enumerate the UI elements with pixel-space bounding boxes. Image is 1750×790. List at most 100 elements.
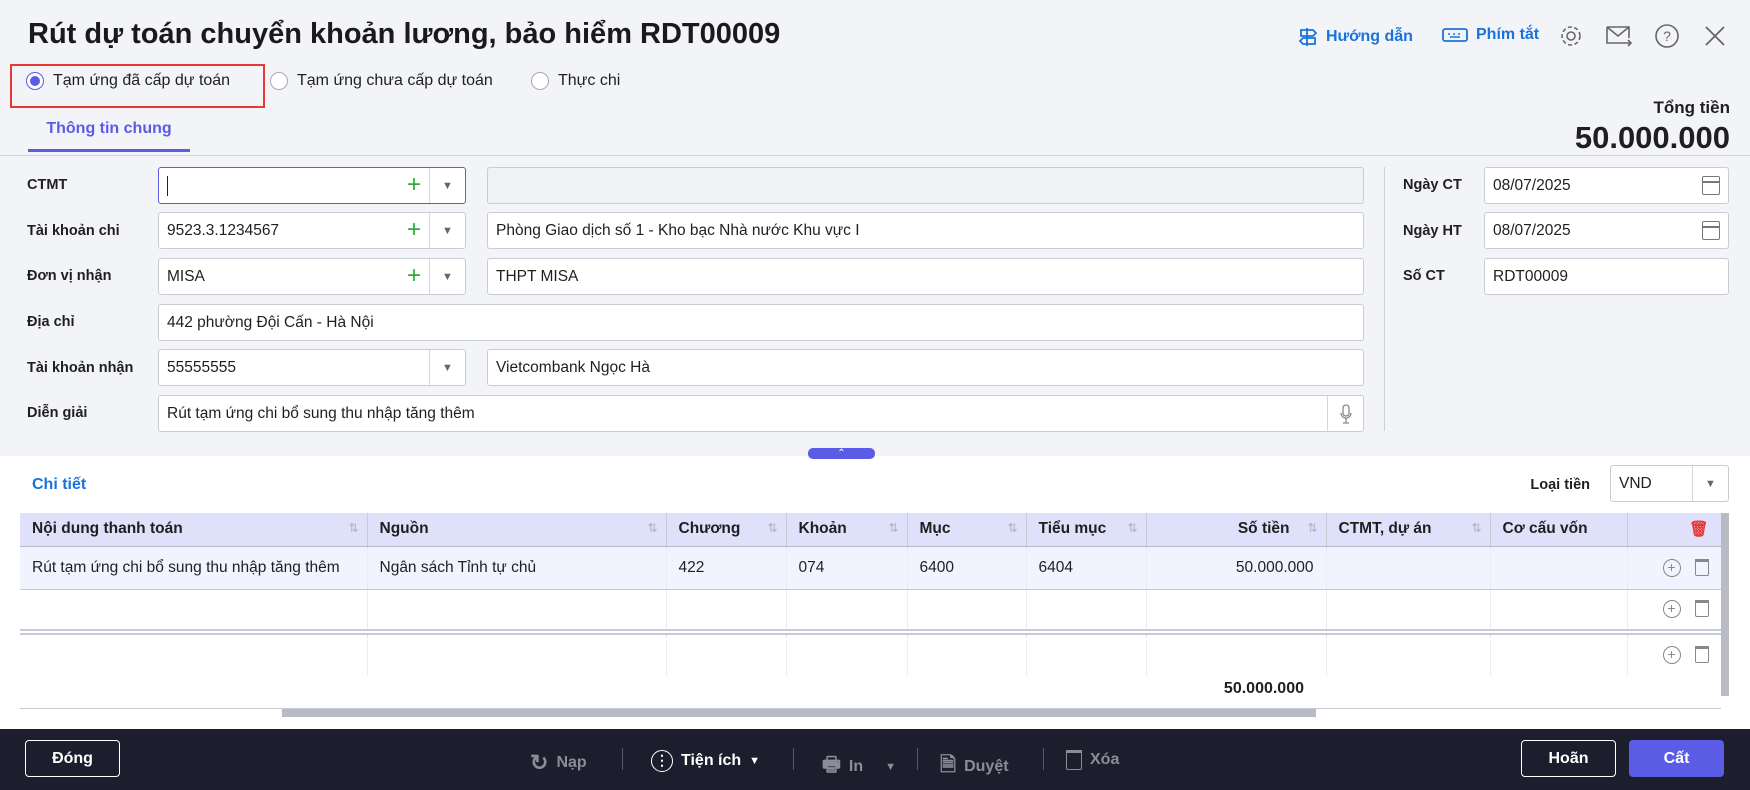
cell-project[interactable] <box>1326 546 1491 590</box>
column-header[interactable]: CTMT, dự án ⇅ <box>1326 513 1491 547</box>
separator <box>622 748 623 770</box>
shortcuts-link[interactable]: Phím tắt <box>1442 26 1539 44</box>
date-ct-picker[interactable]: 08/07/2025 <box>1484 167 1729 204</box>
radio-advance-allocated[interactable]: Tạm ứng đã cấp dự toán <box>26 72 230 90</box>
delete-button[interactable]: Xóa <box>1066 750 1119 770</box>
description-field[interactable]: Rút tạm ứng chi bổ sung thu nhập tăng th… <box>158 395 1364 432</box>
cell-capital[interactable] <box>1490 546 1628 590</box>
table-row[interactable]: + <box>20 589 1722 633</box>
cell-item[interactable]: 6400 <box>907 546 1027 590</box>
keyboard-icon <box>1442 28 1468 42</box>
cell-amount[interactable]: 50.000.000 <box>1146 546 1327 590</box>
guide-label: Hướng dẫn <box>1326 28 1413 45</box>
column-header[interactable]: Nội dung thanh toán ⇅ <box>20 513 368 547</box>
cell-content[interactable]: Rút tạm ứng chi bổ sung thu nhập tăng th… <box>20 546 368 590</box>
column-header[interactable]: Khoản ⇅ <box>786 513 908 547</box>
cell-section[interactable]: 074 <box>786 546 908 590</box>
reload-button[interactable]: ↻ Nạp <box>530 750 587 776</box>
reload-icon: ↻ <box>530 750 549 775</box>
radio-button-checked[interactable] <box>26 72 44 90</box>
guide-link[interactable]: Hướng dẫn <box>1298 26 1413 48</box>
ctmt-name-field <box>487 167 1364 204</box>
caret-down-icon: ▼ <box>749 755 761 767</box>
bank-name-field[interactable]: Vietcombank Ngọc Hà <box>487 349 1364 386</box>
detail-title: Chi tiết <box>32 476 87 493</box>
caret-down-icon: ▼ <box>885 761 896 773</box>
cell-source[interactable]: Ngân sách Tỉnh tự chủ <box>367 546 667 590</box>
ctmt-combobox[interactable]: + ▼ <box>158 167 466 204</box>
calendar-icon[interactable] <box>1702 176 1720 195</box>
cancel-button[interactable]: Hoãn <box>1521 740 1616 777</box>
account-name: Phòng Giao dịch số 1 - Kho bạc Nhà nước … <box>496 221 860 239</box>
column-header[interactable]: Tiểu mục ⇅ <box>1026 513 1147 547</box>
receiver-name-field[interactable]: THPT MISA <box>487 258 1364 295</box>
radio-label: Tạm ứng chưa cấp dự toán <box>297 72 493 89</box>
receiver-combobox[interactable]: MISA + ▼ <box>158 258 466 295</box>
radio-button[interactable] <box>531 72 549 90</box>
recv-account-combobox[interactable]: 55555555 ▼ <box>158 349 466 386</box>
mail-send-icon[interactable] <box>1605 24 1633 48</box>
microphone-icon[interactable] <box>1327 396 1363 431</box>
horizontal-scrollbar[interactable] <box>282 709 1316 717</box>
add-row-icon[interactable]: + <box>1662 558 1681 577</box>
dropdown-arrow-icon[interactable]: ▼ <box>429 259 465 294</box>
add-icon[interactable]: + <box>407 262 421 290</box>
collapse-button[interactable]: ⌃ <box>808 448 875 459</box>
utilities-button[interactable]: ⋮ Tiện ích ▼ <box>651 750 760 772</box>
help-icon[interactable]: ? <box>1654 23 1680 49</box>
date-ht-picker[interactable]: 08/07/2025 <box>1484 212 1729 249</box>
add-icon[interactable]: + <box>407 171 421 199</box>
add-row-icon[interactable]: + <box>1662 600 1681 619</box>
calendar-icon[interactable] <box>1702 221 1720 240</box>
currency-label: Loại tiền <box>1530 477 1590 493</box>
table-header-row: Nội dung thanh toán ⇅ Nguồn ⇅ Chương ⇅ Khoả… <box>20 513 1722 547</box>
delete-row-icon[interactable] <box>1694 558 1709 576</box>
description-value: Rút tạm ứng chi bổ sung thu nhập tăng th… <box>167 404 475 422</box>
separator <box>917 748 918 770</box>
dropdown-arrow-icon[interactable]: ▼ <box>429 213 465 248</box>
currency-select[interactable]: VND ▼ <box>1610 465 1729 502</box>
add-row-icon[interactable]: + <box>1662 646 1681 664</box>
cell-chapter[interactable]: 422 <box>666 546 787 590</box>
description-label: Diễn giải <box>27 405 88 421</box>
account-combobox[interactable]: 9523.3.1234567 + ▼ <box>158 212 466 249</box>
tab-general-info[interactable]: Thông tin chung <box>28 120 190 138</box>
radio-button[interactable] <box>270 72 288 90</box>
approve-button[interactable]: 🗎 Duyệt <box>940 750 1009 784</box>
close-icon[interactable] <box>1703 24 1727 48</box>
cell-subitem[interactable]: 6404 <box>1026 546 1147 590</box>
date-ct-label: Ngày CT <box>1403 177 1462 193</box>
radio-actual-spending[interactable]: Thực chi <box>531 72 620 90</box>
print-button[interactable]: 🖶 In ▼ <box>822 750 896 784</box>
dropdown-arrow-icon[interactable]: ▼ <box>1692 466 1728 501</box>
delete-all-icon[interactable]: 🗑 <box>1627 513 1722 547</box>
table-row[interactable]: Rút tạm ứng chi bổ sung thu nhập tăng th… <box>20 546 1722 590</box>
account-name-field[interactable]: Phòng Giao dịch số 1 - Kho bạc Nhà nước … <box>487 212 1364 249</box>
currency-value: VND <box>1619 474 1652 492</box>
amount-total: 50.000.000 <box>1223 680 1304 697</box>
address-field[interactable]: 442 phường Đội Cấn - Hà Nội <box>158 304 1364 341</box>
column-header[interactable]: Cơ cấu vốn <box>1490 513 1628 547</box>
vertical-scrollbar[interactable] <box>1721 513 1729 696</box>
address-label: Địa chỉ <box>27 314 75 330</box>
column-header[interactable]: Nguồn ⇅ <box>367 513 667 547</box>
settings-icon[interactable] <box>1558 23 1584 49</box>
dropdown-arrow-icon[interactable]: ▼ <box>429 350 465 385</box>
save-button[interactable]: Cất <box>1629 740 1724 777</box>
number-field[interactable]: RDT00009 <box>1484 258 1729 295</box>
radio-advance-unallocated[interactable]: Tạm ứng chưa cấp dự toán <box>270 72 493 90</box>
add-icon[interactable]: + <box>407 216 421 244</box>
close-button[interactable]: Đóng <box>25 740 120 777</box>
delete-row-icon[interactable] <box>1694 600 1709 618</box>
dropdown-arrow-icon[interactable]: ▼ <box>429 168 465 203</box>
delete-row-icon[interactable] <box>1694 646 1709 663</box>
column-header[interactable]: Mục ⇅ <box>907 513 1027 547</box>
column-header[interactable]: Số tiền ⇅ <box>1146 513 1327 547</box>
receiver-label: Đơn vị nhận <box>27 268 112 284</box>
receiver-name: THPT MISA <box>496 267 579 285</box>
bank-name: Vietcombank Ngọc Hà <box>496 358 650 376</box>
column-header[interactable]: Chương ⇅ <box>666 513 787 547</box>
account-value: 9523.3.1234567 <box>167 221 280 239</box>
table-row[interactable]: + <box>20 632 1722 675</box>
radio-label: Tạm ứng đã cấp dự toán <box>53 72 231 89</box>
